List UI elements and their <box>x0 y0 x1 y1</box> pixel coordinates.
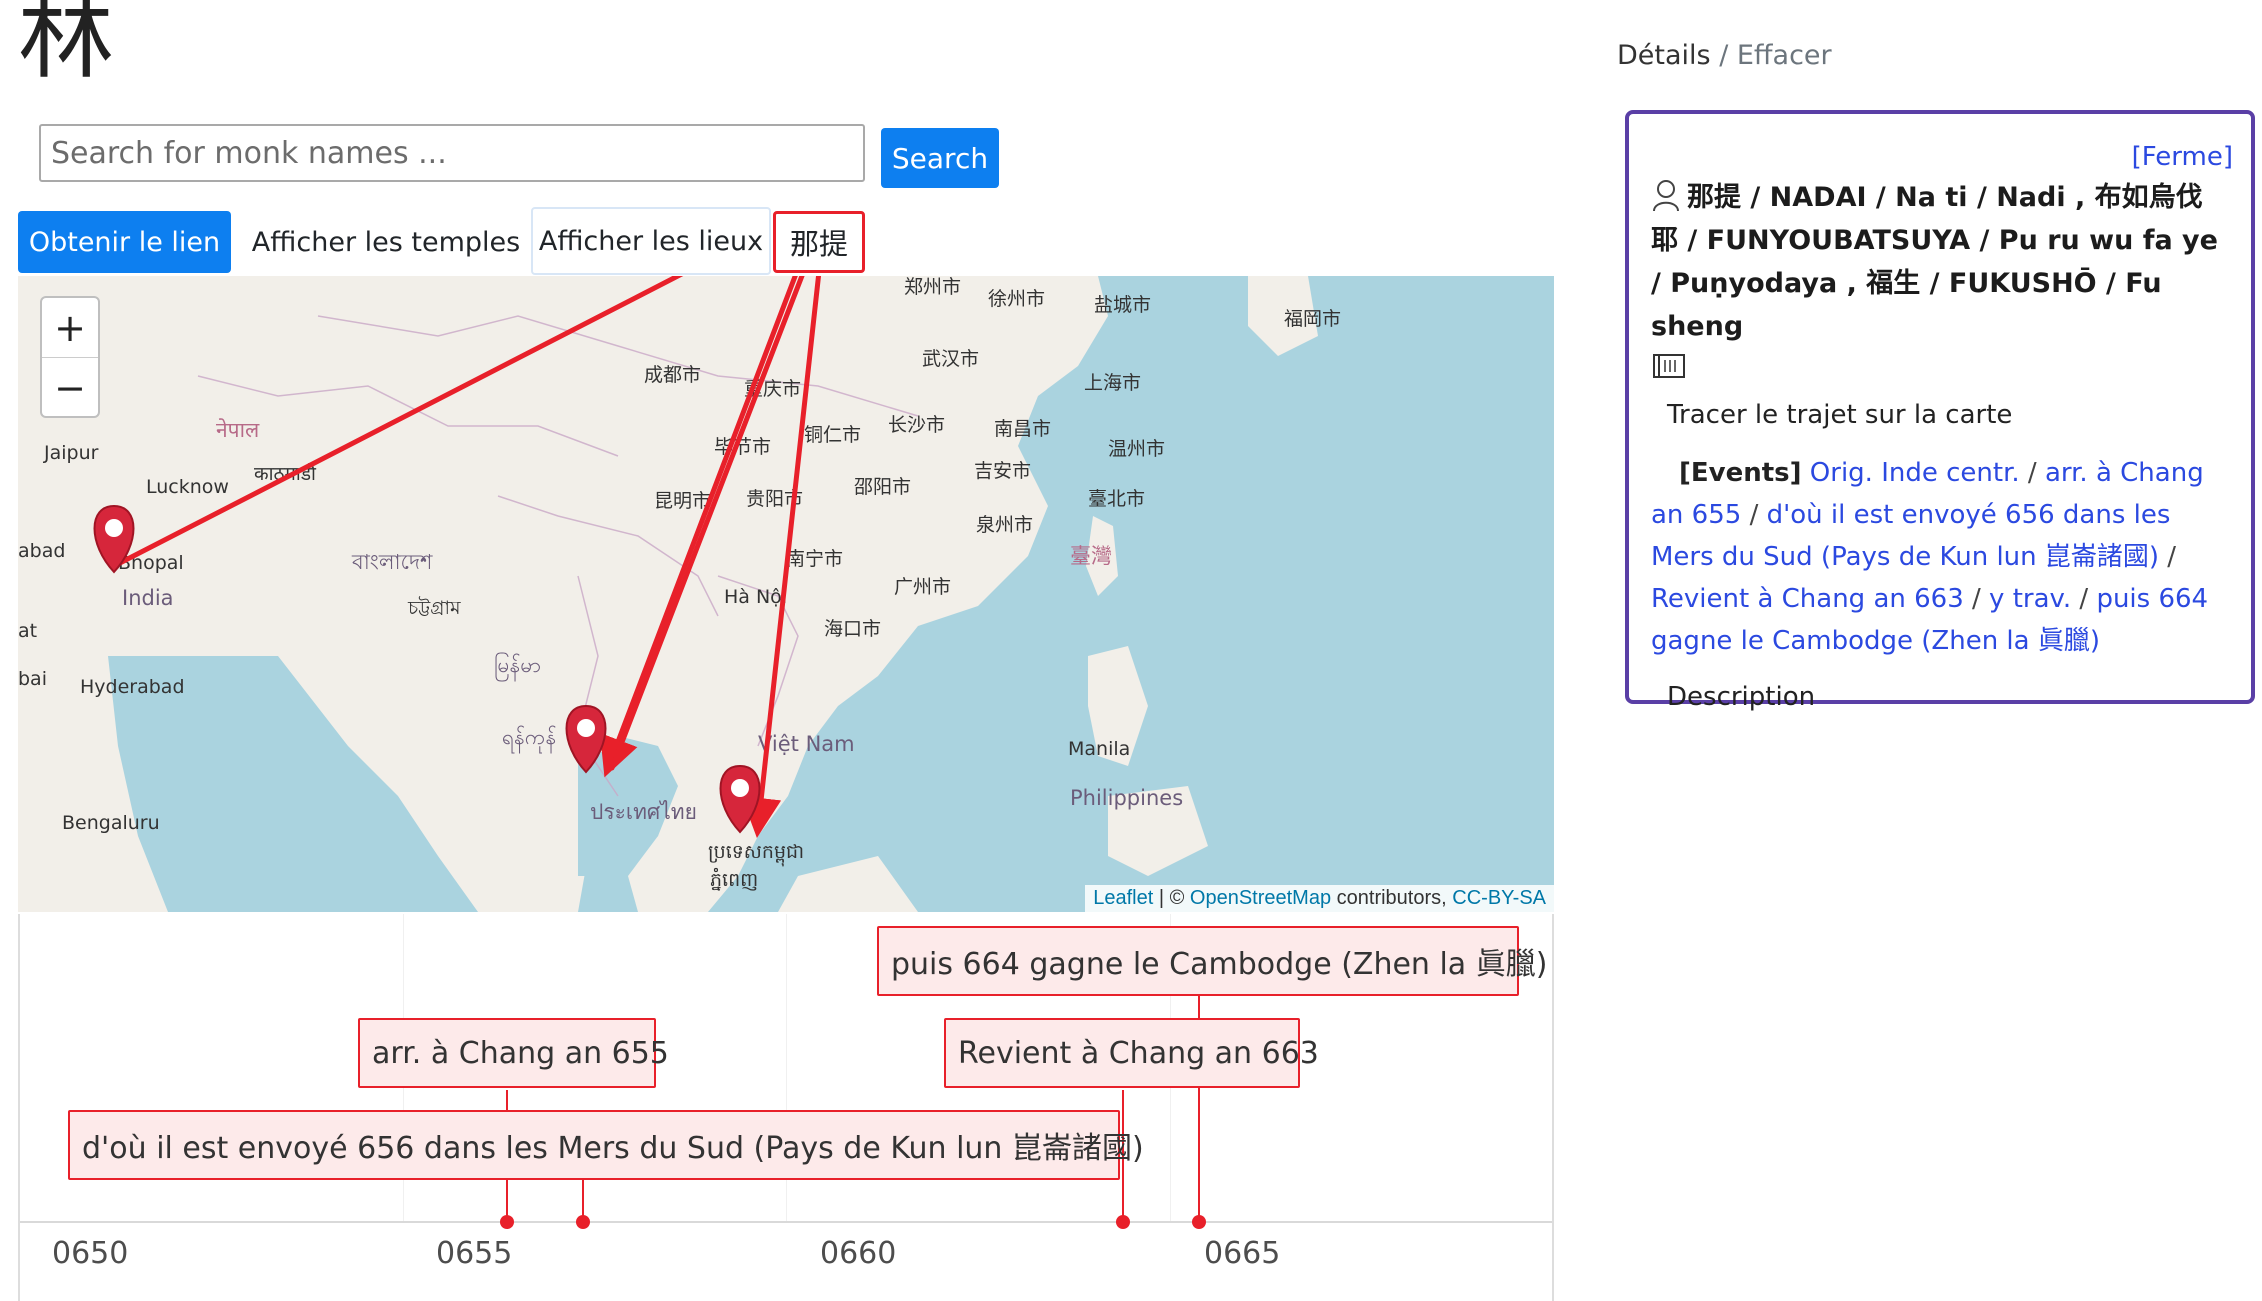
breadcrumb-sep: / <box>1710 40 1737 71</box>
event-sep: / <box>2071 584 2097 614</box>
get-link-button[interactable]: Obtenir le lien <box>18 211 231 273</box>
description-label[interactable]: Description <box>1651 682 2229 712</box>
attribution-contrib: contributors, <box>1331 887 1453 909</box>
map-marker[interactable] <box>719 764 761 834</box>
map-marker[interactable] <box>565 704 607 774</box>
close-link[interactable]: [Ferme] <box>2132 142 2233 172</box>
timeline-tick: 0665 <box>1204 1236 1281 1271</box>
event-sep: / <box>1741 500 1767 530</box>
timeline-event[interactable]: puis 664 gagne le Cambodge (Zhen la 眞臘) <box>877 926 1547 996</box>
trace-route-link[interactable]: Tracer le trajet sur la carte <box>1651 400 2229 430</box>
event-sep: / <box>1963 584 1990 614</box>
timeline-dot[interactable] <box>1192 1215 1206 1229</box>
timeline-event[interactable]: arr. à Chang an 655 <box>358 1018 669 1088</box>
search-input[interactable] <box>39 124 865 182</box>
event-link[interactable]: Revient à Chang an 663 <box>1651 584 1964 614</box>
breadcrumb: Détails / Effacer <box>1617 40 1832 71</box>
timeline-tick: 0655 <box>436 1236 513 1271</box>
monk-icon <box>1653 180 1679 212</box>
events-list: [Events] Orig. Inde centr. / arr. à Chan… <box>1651 452 2229 662</box>
event-link[interactable]: y trav. <box>1989 584 2071 614</box>
detail-card: [Ferme] 那提 / NADAI / Na ti / Nadi , 布如烏伐… <box>1625 110 2255 712</box>
leaflet-link[interactable]: Leaflet <box>1093 887 1153 909</box>
timeline-event[interactable]: Revient à Chang an 663 <box>944 1018 1319 1088</box>
timeline[interactable]: 0650 0655 0660 0665 puis 664 gagne le Ca… <box>18 914 1554 1301</box>
search-button[interactable]: Search <box>881 128 999 188</box>
osm-link[interactable]: OpenStreetMap <box>1190 887 1331 909</box>
timeline-dot[interactable] <box>500 1215 514 1229</box>
timeline-event[interactable]: d'où il est envoyé 656 dans les Mers du … <box>68 1110 1144 1180</box>
monk-name: 那提 / NADAI / Na ti / Nadi , 布如烏伐耶 / FUNY… <box>1651 176 2229 380</box>
timeline-axis <box>20 1221 1552 1223</box>
logo: 林 <box>18 0 114 92</box>
show-temples-button[interactable]: Afficher les temples <box>251 211 521 273</box>
show-places-button[interactable]: Afficher les lieux <box>531 207 771 275</box>
route-overlay <box>93 276 822 838</box>
timeline-dot[interactable] <box>576 1215 590 1229</box>
license-link[interactable]: CC-BY-SA <box>1452 887 1546 909</box>
map-attribution: Leaflet | © OpenStreetMap contributors, … <box>1085 885 1554 912</box>
event-sep: / <box>2019 458 2045 488</box>
attribution-sep: | © <box>1153 887 1190 909</box>
timeline-tick: 0650 <box>52 1236 129 1271</box>
timeline-dot[interactable] <box>1116 1215 1130 1229</box>
monk-name-button[interactable]: 那提 <box>773 211 865 273</box>
scroll-icon[interactable] <box>1651 352 1687 380</box>
events-tag: [Events] <box>1679 458 1802 488</box>
breadcrumb-clear[interactable]: Effacer <box>1737 40 1832 71</box>
event-link[interactable]: Orig. Inde centr. <box>1810 458 2020 488</box>
timeline-tick: 0660 <box>820 1236 897 1271</box>
event-sep: / <box>2159 542 2177 572</box>
monk-names-text: 那提 / NADAI / Na ti / Nadi , 布如烏伐耶 / FUNY… <box>1651 182 2218 342</box>
map-marker[interactable] <box>93 504 135 574</box>
map[interactable]: + − 郑州市 徐州市 盐城市 福岡市 成都市 重庆市 武汉市 上海市 नेपा… <box>18 276 1554 912</box>
breadcrumb-details[interactable]: Détails <box>1617 40 1711 71</box>
